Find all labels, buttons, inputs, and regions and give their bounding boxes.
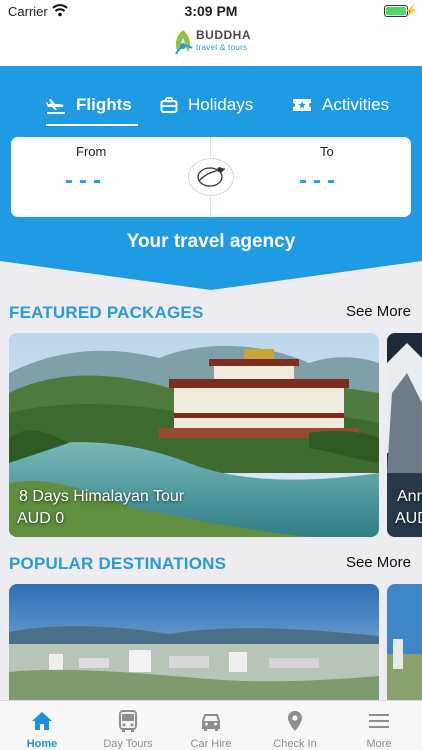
tab-car-hire[interactable]: Car Hire: [169, 701, 253, 750]
bottom-tab-bar: Home Day Tours Car Hire Check In More: [0, 700, 422, 750]
location-pin-icon: [288, 711, 302, 731]
tab-check-in-label: Check In: [273, 738, 317, 750]
package-card[interactable]: Ann AUD: [387, 333, 422, 537]
tab-holidays-label: Holidays: [188, 95, 254, 114]
bus-icon: [119, 710, 137, 732]
tab-flights[interactable]: Flights: [46, 88, 138, 126]
section-title: FEATURED PACKAGES: [9, 303, 204, 322]
destination-photo: [9, 584, 379, 700]
tab-more-label: More: [366, 738, 392, 750]
section-title: POPULAR DESTINATIONS: [9, 554, 227, 573]
tab-day-tours-label: Day Tours: [103, 738, 153, 750]
package-price: AUD 0: [17, 510, 65, 527]
brand-logo[interactable]: BUDDHA travel & tours: [170, 26, 254, 62]
package-photo: [387, 333, 422, 537]
package-title: 8 Days Himalayan Tour: [19, 488, 185, 505]
package-photo: [9, 333, 379, 537]
home-icon: [32, 712, 52, 730]
tab-day-tours[interactable]: Day Tours: [86, 701, 170, 750]
to-airport-field[interactable]: ---: [299, 167, 341, 195]
status-time: 3:09 PM: [184, 3, 238, 19]
globe-plane-icon: [197, 167, 226, 187]
tab-more[interactable]: More: [337, 701, 421, 750]
ticket-icon: [292, 97, 312, 113]
status-bar: Carrier 3:09 PM ⚡: [0, 0, 422, 22]
from-label: From: [76, 144, 107, 159]
app-header: BUDDHA travel & tours: [0, 22, 422, 66]
package-card[interactable]: 8 Days Himalayan Tour AUD 0: [9, 333, 379, 537]
tagline: Your travel agency: [126, 231, 296, 252]
popular-destinations-header: POPULAR DESTINATIONS See More: [0, 548, 422, 578]
swap-route-button[interactable]: [188, 158, 234, 196]
package-title: Ann: [397, 488, 422, 505]
destination-photo: [387, 584, 422, 700]
route-card: From --- To ---: [11, 137, 411, 217]
from-airport-field[interactable]: ---: [65, 167, 107, 195]
see-more-featured-link[interactable]: See More: [346, 303, 411, 320]
suitcase-icon: [160, 96, 178, 114]
booking-tabs: Flights Holidays Activities: [0, 88, 422, 126]
to-label: To: [320, 144, 334, 159]
tab-check-in[interactable]: Check In: [253, 701, 337, 750]
tab-holidays[interactable]: Holidays: [160, 88, 253, 122]
logo-subtitle: travel & tours: [196, 43, 248, 52]
tab-activities[interactable]: Activities: [292, 88, 389, 122]
tab-car-hire-label: Car Hire: [190, 738, 232, 750]
tab-home-label: Home: [26, 738, 58, 750]
car-icon: [202, 714, 220, 731]
charging-icon: ⚡: [404, 5, 418, 17]
logo-title: BUDDHA: [196, 28, 251, 42]
featured-packages-header: FEATURED PACKAGES See More: [0, 297, 422, 327]
search-panel: Flights Holidays Activities From --- To …: [0, 66, 422, 291]
tab-home[interactable]: Home: [0, 701, 84, 750]
tab-flights-label: Flights: [76, 95, 132, 114]
destination-card[interactable]: [9, 584, 379, 700]
package-price: AUD: [395, 510, 422, 527]
logo-mark-icon: [175, 30, 193, 55]
tab-activities-label: Activities: [322, 95, 390, 114]
see-more-popular-link[interactable]: See More: [346, 554, 411, 571]
airplane-takeoff-icon: [46, 96, 66, 114]
destination-card[interactable]: [387, 584, 422, 700]
menu-icon: [369, 714, 389, 728]
